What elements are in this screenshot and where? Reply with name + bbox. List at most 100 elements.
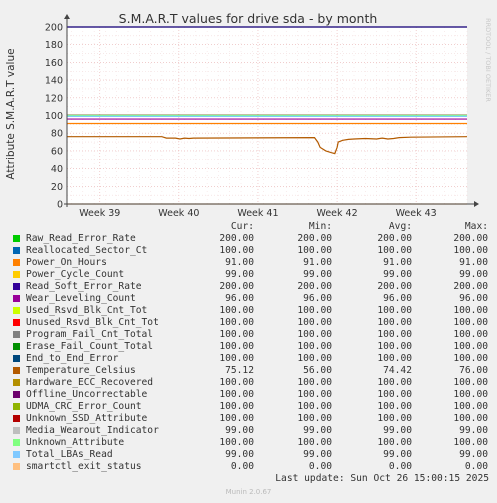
legend-row: End_to_End_Error 100.00 100.00 100.00 100.00 (12, 353, 490, 365)
rrdtool-watermark: RRDTOOL / TOBI OETIKER (484, 18, 492, 102)
legend-cur-value: 99.00 (225, 269, 254, 280)
legend-swatch (13, 403, 20, 410)
legend-row: Used_Rsvd_Blk_Cnt_Tot 100.00 100.00 100.00 1… (12, 305, 490, 317)
legend-max-value: 100.00 (453, 389, 488, 400)
legend-swatch (13, 343, 20, 350)
header-avg: Avg: (388, 221, 412, 232)
chart-title: S.M.A.R.T values for drive sda - by mont… (119, 11, 378, 26)
legend-max-value: 100.00 (453, 377, 488, 388)
y-tick-label: 160 (45, 58, 63, 69)
legend-min-value: 100.00 (297, 329, 332, 340)
legend-swatch (13, 319, 20, 326)
legend-rows: Raw_Read_Error_Rate 200.00 200.00 200.00 200… (12, 233, 490, 473)
legend-swatch (13, 271, 20, 278)
legend-label: Program_Fail_Cnt_Total (26, 329, 154, 340)
header-min: Min: (308, 221, 332, 232)
legend-max-value: 100.00 (453, 413, 488, 424)
legend-max-value: 100.00 (453, 353, 488, 364)
legend-cur-value: 96.00 (225, 293, 254, 304)
munin-version: Munin 2.0.67 (225, 488, 272, 496)
legend-label: Wear_Leveling_Count (26, 293, 136, 304)
legend-max-value: 100.00 (453, 401, 488, 412)
legend-avg-value: 96.00 (383, 293, 412, 304)
y-tick-labels: 0 20 40 60 80 100 120 140 160 180 200 (45, 23, 63, 211)
legend-row: Raw_Read_Error_Rate 200.00 200.00 200.00 200… (12, 233, 490, 245)
x-axis-arrow (474, 201, 479, 207)
legend-swatch (13, 295, 20, 302)
header-cur: Cur: (230, 221, 254, 232)
y-axis-arrow (64, 14, 70, 19)
legend-max-value: 100.00 (453, 305, 488, 316)
y-tick-label: 40 (51, 164, 63, 175)
legend-cur-value: 99.00 (225, 449, 254, 460)
legend-row: UDMA_CRC_Error_Count 100.00 100.00 100.00 10… (12, 401, 490, 413)
legend-row: Erase_Fail_Count_Total 100.00 100.00 100.00… (12, 341, 490, 353)
legend-cur-value: 75.12 (225, 365, 254, 376)
y-tick-label: 120 (45, 93, 63, 104)
legend-swatch (13, 451, 20, 458)
legend-max-value: 100.00 (453, 341, 488, 352)
legend-swatch (13, 391, 20, 398)
legend-max-value: 100.00 (453, 329, 488, 340)
legend-swatch (13, 235, 20, 242)
legend-row: Power_On_Hours 91.00 91.00 91.00 91.00 (12, 257, 490, 269)
legend-label: Read_Soft_Error_Rate (26, 281, 142, 292)
legend-avg-value: 0.00 (388, 461, 412, 472)
legend-max-value: 91.00 (459, 257, 488, 268)
legend-cur-value: 100.00 (219, 377, 254, 388)
x-tick-label: Week 41 (237, 208, 278, 219)
y-tick-label: 200 (45, 23, 63, 34)
legend-row: Power_Cycle_Count 99.00 99.00 99.00 99.00 (12, 269, 490, 281)
legend-cur-value: 100.00 (219, 305, 254, 316)
legend-label: Used_Rsvd_Blk_Cnt_Tot (26, 305, 148, 316)
legend-avg-value: 100.00 (377, 353, 412, 364)
legend-min-value: 0.00 (308, 461, 332, 472)
legend-avg-value: 200.00 (377, 281, 412, 292)
legend-cur-value: 100.00 (219, 401, 254, 412)
legend-cur-value: 100.00 (219, 317, 254, 328)
x-tick-label: Week 39 (79, 208, 120, 219)
legend-cur-value: 100.00 (219, 353, 254, 364)
legend-min-value: 91.00 (303, 257, 332, 268)
legend-min-value: 200.00 (297, 233, 332, 244)
legend-cur-value: 100.00 (219, 389, 254, 400)
legend-row: Wear_Leveling_Count 96.00 96.00 96.00 96.00 (12, 293, 490, 305)
legend-avg-value: 100.00 (377, 401, 412, 412)
legend-cur-value: 0.00 (230, 461, 254, 472)
legend-max-value: 99.00 (459, 425, 488, 436)
legend-avg-value: 200.00 (377, 233, 412, 244)
legend-label: Total_LBAs_Read (26, 449, 113, 460)
x-tick-label: Week 43 (396, 208, 437, 219)
legend-min-value: 100.00 (297, 245, 332, 256)
legend-swatch (13, 379, 20, 386)
legend-label: Power_On_Hours (26, 257, 107, 268)
legend-max-value: 200.00 (453, 233, 488, 244)
legend-min-value: 100.00 (297, 389, 332, 400)
chart-area: S.M.A.R.T values for drive sda - by mont… (5, 11, 492, 219)
legend-min-value: 100.00 (297, 377, 332, 388)
legend-avg-value: 99.00 (383, 449, 412, 460)
legend-min-value: 100.00 (297, 437, 332, 448)
legend-row: Read_Soft_Error_Rate 200.00 200.00 200.00 20… (12, 281, 490, 293)
legend-label: Reallocated_Sector_Ct (26, 245, 148, 256)
legend-avg-value: 100.00 (377, 413, 412, 424)
legend-swatch (13, 355, 20, 362)
legend-label: Unused_Rsvd_Blk_Cnt_Tot (26, 317, 159, 328)
legend-swatch (13, 283, 20, 290)
legend-max-value: 100.00 (453, 245, 488, 256)
legend-header: Cur: Min: Avg: Max: (12, 221, 490, 233)
legend-min-value: 99.00 (303, 269, 332, 280)
legend-cur-value: 100.00 (219, 245, 254, 256)
legend-table: Cur: Min: Avg: Max: Raw_Read_Error_Rate 2… (12, 221, 490, 473)
legend-cur-value: 100.00 (219, 341, 254, 352)
y-tick-label: 180 (45, 40, 63, 51)
y-tick-label: 0 (57, 200, 63, 211)
legend-max-value: 100.00 (453, 437, 488, 448)
legend-avg-value: 100.00 (377, 437, 412, 448)
y-tick-label: 80 (51, 129, 63, 140)
legend-avg-value: 99.00 (383, 425, 412, 436)
legend-label: Hardware_ECC_Recovered (26, 377, 154, 388)
legend-row: Program_Fail_Cnt_Total 100.00 100.00 100.00… (12, 329, 490, 341)
legend-label: Erase_Fail_Count_Total (26, 341, 154, 352)
legend-row: smartctl_exit_status 0.00 0.00 0.00 0.00 (12, 461, 490, 473)
